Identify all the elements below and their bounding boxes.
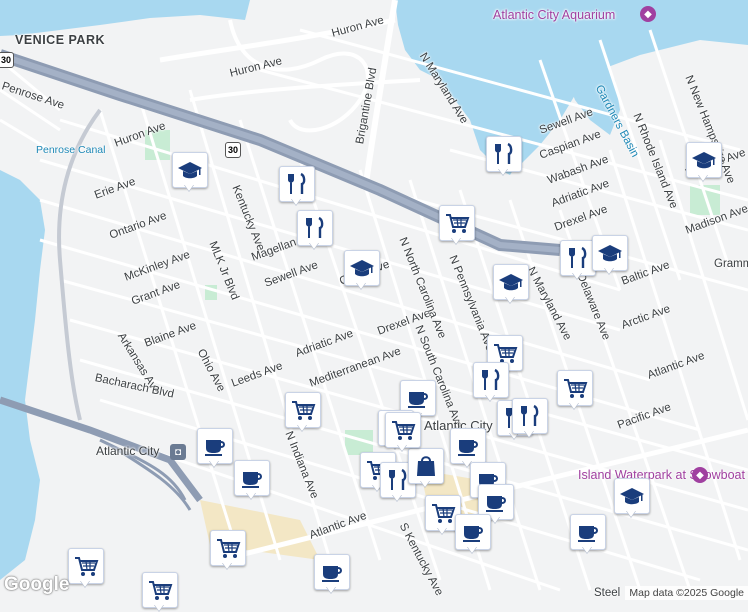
fork-knife-icon — [288, 172, 306, 194]
route-30-shield: 30 — [225, 142, 241, 158]
coffee-cup-icon — [205, 440, 225, 456]
shopping-cart-icon — [432, 504, 456, 523]
street-label: Gramm — [714, 258, 748, 270]
grocery-marker[interactable] — [557, 370, 593, 410]
graduation-cap-icon — [692, 152, 716, 169]
shopping-cart-icon — [75, 557, 99, 576]
graduation-cap-icon — [620, 488, 644, 505]
shopping-bag-icon — [417, 456, 435, 476]
coffee-cup-icon — [463, 526, 483, 542]
fork-knife-icon — [569, 246, 587, 268]
google-logo: Google — [4, 574, 70, 595]
school-marker[interactable] — [686, 142, 722, 182]
school-marker[interactable] — [592, 235, 628, 275]
shopping-cart-icon — [564, 379, 588, 398]
map-attribution[interactable]: Map data ©2025 Google — [625, 586, 748, 600]
coffee-cup-icon — [578, 526, 598, 542]
school-marker[interactable] — [493, 264, 529, 304]
graduation-cap-icon — [499, 274, 523, 291]
coffee-cup-icon — [458, 440, 478, 456]
coffee-cup-icon — [322, 566, 342, 582]
grocery-marker[interactable] — [385, 412, 421, 452]
poi-label-atlantic-city-station[interactable]: Atlantic City — [96, 444, 159, 458]
cafe-marker[interactable] — [570, 514, 606, 554]
school-marker[interactable] — [172, 152, 208, 192]
grocery-marker[interactable] — [142, 572, 178, 612]
route-30-shield: 30 — [0, 52, 14, 68]
grocery-marker[interactable] — [210, 530, 246, 570]
aquarium-icon[interactable]: ◆ — [640, 6, 656, 22]
map-canvas[interactable]: VENICE PARK Penrose Canal Gardners Basin… — [0, 0, 748, 611]
graduation-cap-icon — [350, 260, 374, 277]
coffee-cup-icon — [242, 472, 262, 488]
restaurant-marker[interactable] — [473, 362, 509, 402]
cafe-marker[interactable] — [197, 428, 233, 468]
cafe-marker[interactable] — [314, 554, 350, 594]
street-label: Steel — [594, 587, 621, 599]
coffee-cup-icon — [408, 392, 428, 408]
cafe-marker[interactable] — [234, 460, 270, 500]
coffee-cup-icon — [486, 496, 506, 512]
fork-knife-icon — [521, 404, 539, 426]
water-label-penrose-canal: Penrose Canal — [36, 144, 106, 156]
grocery-marker[interactable] — [439, 205, 475, 245]
poi-label-island-waterpark[interactable]: Island Waterpark at Showboat — [578, 468, 745, 482]
store-marker[interactable] — [408, 448, 444, 488]
shopping-cart-icon — [149, 581, 173, 600]
restaurant-marker[interactable] — [279, 166, 315, 206]
graduation-cap-icon — [178, 162, 202, 179]
shopping-cart-icon — [446, 214, 470, 233]
school-marker[interactable] — [344, 250, 380, 290]
restaurant-marker[interactable] — [297, 210, 333, 250]
restaurant-marker[interactable] — [512, 398, 548, 438]
grocery-marker[interactable] — [285, 392, 321, 432]
fork-knife-icon — [306, 216, 324, 238]
shopping-cart-icon — [217, 539, 241, 558]
fork-knife-icon — [495, 142, 513, 164]
waterpark-icon[interactable]: ◆ — [692, 467, 708, 483]
train-station-icon[interactable]: ◘ — [170, 444, 186, 460]
school-marker[interactable] — [614, 478, 650, 518]
area-label-venice-park: VENICE PARK — [15, 33, 106, 47]
grocery-marker[interactable] — [68, 548, 104, 588]
poi-label-aquarium[interactable]: Atlantic City Aquarium — [493, 8, 615, 22]
graduation-cap-icon — [598, 245, 622, 262]
restaurant-marker[interactable] — [486, 136, 522, 176]
grocery-marker[interactable] — [425, 495, 461, 535]
cafe-marker[interactable] — [455, 514, 491, 554]
shopping-cart-icon — [392, 421, 416, 440]
shopping-cart-icon — [292, 401, 316, 420]
fork-knife-icon — [482, 368, 500, 390]
restaurant-marker[interactable] — [560, 240, 596, 280]
